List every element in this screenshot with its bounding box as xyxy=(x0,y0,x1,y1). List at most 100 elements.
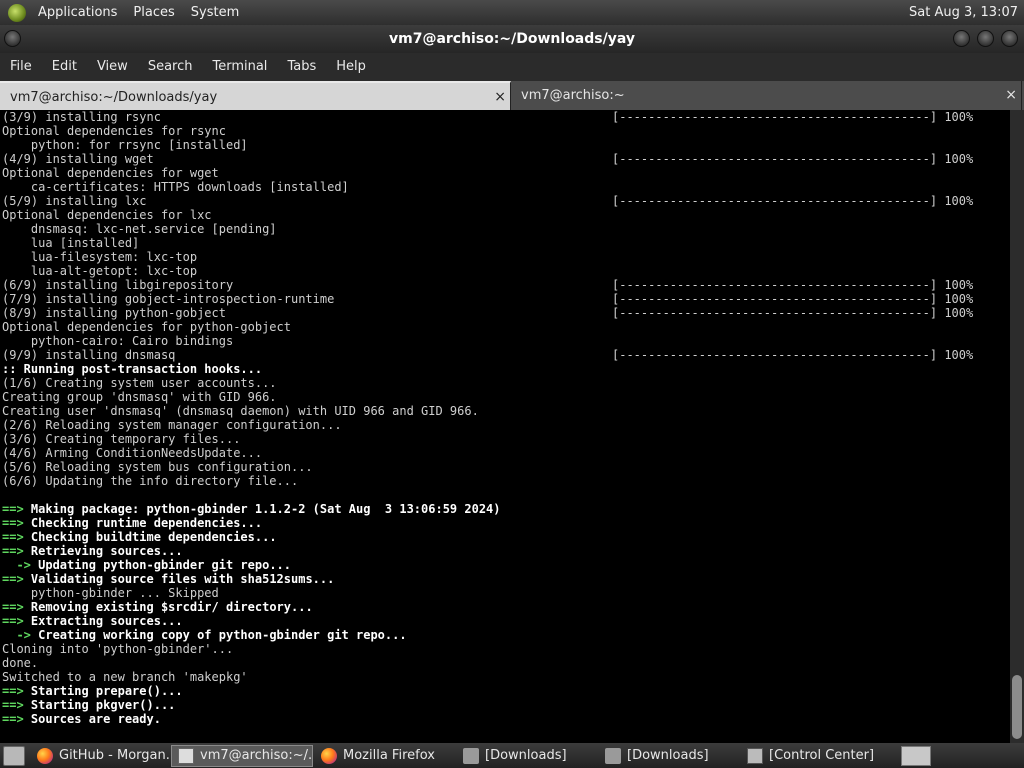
terminal-line: Optional dependencies for lxc xyxy=(0,208,1010,222)
control-center-icon xyxy=(747,747,763,764)
taskbar-task[interactable]: Mozilla Firefox xyxy=(315,745,455,767)
terminal-scrollbar[interactable] xyxy=(1010,110,1024,743)
firefox-icon xyxy=(37,747,53,764)
taskbar-task[interactable]: vm7@archiso:~/... xyxy=(171,744,313,767)
output-text: done. xyxy=(2,656,39,670)
top-panel: Applications Places System Sat Aug 3, 13… xyxy=(0,0,1024,25)
progress-bar-text: [---------------------------------------… xyxy=(612,292,974,306)
taskbar-task[interactable]: GitHub - Morgan... xyxy=(31,745,169,767)
output-text: lua [installed] xyxy=(2,236,140,250)
terminal-line: Optional dependencies for wget xyxy=(0,166,1010,180)
terminal-line: (6/9) installing libgirepository [-------… xyxy=(0,278,1010,292)
output-text: (5/9) installing lxc xyxy=(2,194,147,208)
terminal-line: Optional dependencies for rsync xyxy=(0,124,1010,138)
terminal-line: Switched to a new branch 'makepkg' xyxy=(0,670,1010,684)
progress-bar-text: [---------------------------------------… xyxy=(612,278,974,292)
panel-menu-system[interactable]: System xyxy=(183,0,247,25)
window-titlebar[interactable]: vm7@archiso:~/Downloads/yay xyxy=(0,25,1024,53)
terminal-line: (4/9) installing wget [------------------… xyxy=(0,152,1010,166)
output-prefix: ==> xyxy=(2,530,31,544)
terminal-line: done. xyxy=(0,656,1010,670)
taskbar-task-label: [Downloads] xyxy=(627,747,709,763)
output-prefix: ==> xyxy=(2,544,31,558)
progress-bar-text: [---------------------------------------… xyxy=(612,306,974,320)
terminal-line: (1/6) Creating system user accounts... xyxy=(0,376,1010,390)
output-text: Starting pkgver()... xyxy=(30,698,176,712)
output-text: Checking buildtime dependencies... xyxy=(30,530,277,544)
terminal-line: (3/9) installing rsync [-----------------… xyxy=(0,110,1010,124)
output-text: Updating python-gbinder git repo... xyxy=(38,558,291,572)
output-text: python: for rrsync [installed] xyxy=(2,138,248,152)
maximize-button[interactable] xyxy=(977,30,994,47)
close-window-button[interactable] xyxy=(1001,30,1018,47)
terminal-line: ==> Validating source files with sha512s… xyxy=(0,572,1010,586)
terminal-line: Cloning into 'python-gbinder'... xyxy=(0,642,1010,656)
output-prefix: ==> xyxy=(2,502,31,516)
panel-menu-applications[interactable]: Applications xyxy=(30,0,125,25)
output-prefix: -> xyxy=(2,558,39,572)
show-desktop-icon[interactable] xyxy=(3,745,25,766)
terminal-output[interactable]: (3/9) installing rsync [-----------------… xyxy=(0,110,1010,743)
output-text: (3/9) installing rsync xyxy=(2,110,161,124)
terminal-line: -> Creating working copy of python-gbind… xyxy=(0,628,1010,642)
output-text: (2/6) Reloading system manager configura… xyxy=(2,418,342,432)
tab-close-icon[interactable]: × xyxy=(1005,81,1017,110)
taskbar-task[interactable]: [Downloads] xyxy=(599,745,739,767)
window-title: vm7@archiso:~/Downloads/yay xyxy=(388,31,635,47)
terminal-line: dnsmasq: lxc-net.service [pending] xyxy=(0,222,1010,236)
output-text: Retrieving sources... xyxy=(30,544,183,558)
output-text: Validating source files with sha512sums.… xyxy=(30,572,335,586)
output-text: (9/9) installing dnsmasq xyxy=(2,348,176,362)
taskbar-task-label: vm7@archiso:~/... xyxy=(200,747,313,763)
output-text: Optional dependencies for rsync xyxy=(2,124,226,138)
menu-help[interactable]: Help xyxy=(326,53,376,81)
output-text: dnsmasq: lxc-net.service [pending] xyxy=(2,222,277,236)
output-text: (3/6) Creating temporary files... xyxy=(2,432,241,446)
minimize-button[interactable] xyxy=(953,30,970,47)
terminal-icon xyxy=(178,747,194,764)
output-text: Creating working copy of python-gbinder … xyxy=(38,628,407,642)
terminal-line: lua-filesystem: lxc-top xyxy=(0,250,1010,264)
terminal-line: lua [installed] xyxy=(0,236,1010,250)
output-text: Optional dependencies for wget xyxy=(2,166,219,180)
terminal-line: (6/6) Updating the info directory file..… xyxy=(0,474,1010,488)
terminal-line: Creating user 'dnsmasq' (dnsmasq daemon)… xyxy=(0,404,1010,418)
menu-search[interactable]: Search xyxy=(138,53,203,81)
panel-clock[interactable]: Sat Aug 3, 13:07 xyxy=(909,5,1024,20)
scrollbar-thumb[interactable] xyxy=(1012,675,1022,739)
tab-home[interactable]: vm7@archiso:~ × xyxy=(511,81,1022,110)
taskbar-task[interactable]: [Control Center] xyxy=(741,745,881,767)
progress-bar-text: [---------------------------------------… xyxy=(612,348,974,362)
taskbar-task[interactable]: [Downloads] xyxy=(457,745,597,767)
distro-logo-icon[interactable] xyxy=(8,3,26,22)
menu-edit[interactable]: Edit xyxy=(42,53,87,81)
output-text: (6/6) Updating the info directory file..… xyxy=(2,474,299,488)
tab-close-icon[interactable]: × xyxy=(494,83,506,112)
output-text: :: Running post-transaction hooks... xyxy=(2,362,263,376)
tab-label: vm7@archiso:~ xyxy=(521,88,625,103)
output-prefix: ==> xyxy=(2,712,31,726)
menu-terminal[interactable]: Terminal xyxy=(202,53,277,81)
terminal-line: (4/6) Arming ConditionNeedsUpdate... xyxy=(0,446,1010,460)
terminal-line: (2/6) Reloading system manager configura… xyxy=(0,418,1010,432)
terminal-line: (3/6) Creating temporary files... xyxy=(0,432,1010,446)
output-text: Optional dependencies for lxc xyxy=(2,208,212,222)
workspace-switcher-icon[interactable] xyxy=(901,745,931,766)
output-text: Starting prepare()... xyxy=(30,684,183,698)
menu-file[interactable]: File xyxy=(0,53,42,81)
terminal-line: ==> Checking runtime dependencies... xyxy=(0,516,1010,530)
menu-view[interactable]: View xyxy=(87,53,138,81)
terminal-line: ==> Checking buildtime dependencies... xyxy=(0,530,1010,544)
terminal-line: ca-certificates: HTTPS downloads [instal… xyxy=(0,180,1010,194)
output-prefix: -> xyxy=(2,628,39,642)
tab-yay[interactable]: vm7@archiso:~/Downloads/yay × xyxy=(0,81,511,110)
terminal-line: ==> Retrieving sources... xyxy=(0,544,1010,558)
window-menu-button[interactable] xyxy=(4,30,21,47)
output-prefix: ==> xyxy=(2,516,31,530)
output-prefix: ==> xyxy=(2,572,31,586)
menu-tabs[interactable]: Tabs xyxy=(277,53,326,81)
panel-menu-places[interactable]: Places xyxy=(125,0,182,25)
output-text: (8/9) installing python-gobject xyxy=(2,306,226,320)
terminal-line: (9/9) installing dnsmasq [---------------… xyxy=(0,348,1010,362)
terminal-line: ==> Sources are ready. xyxy=(0,712,1010,726)
